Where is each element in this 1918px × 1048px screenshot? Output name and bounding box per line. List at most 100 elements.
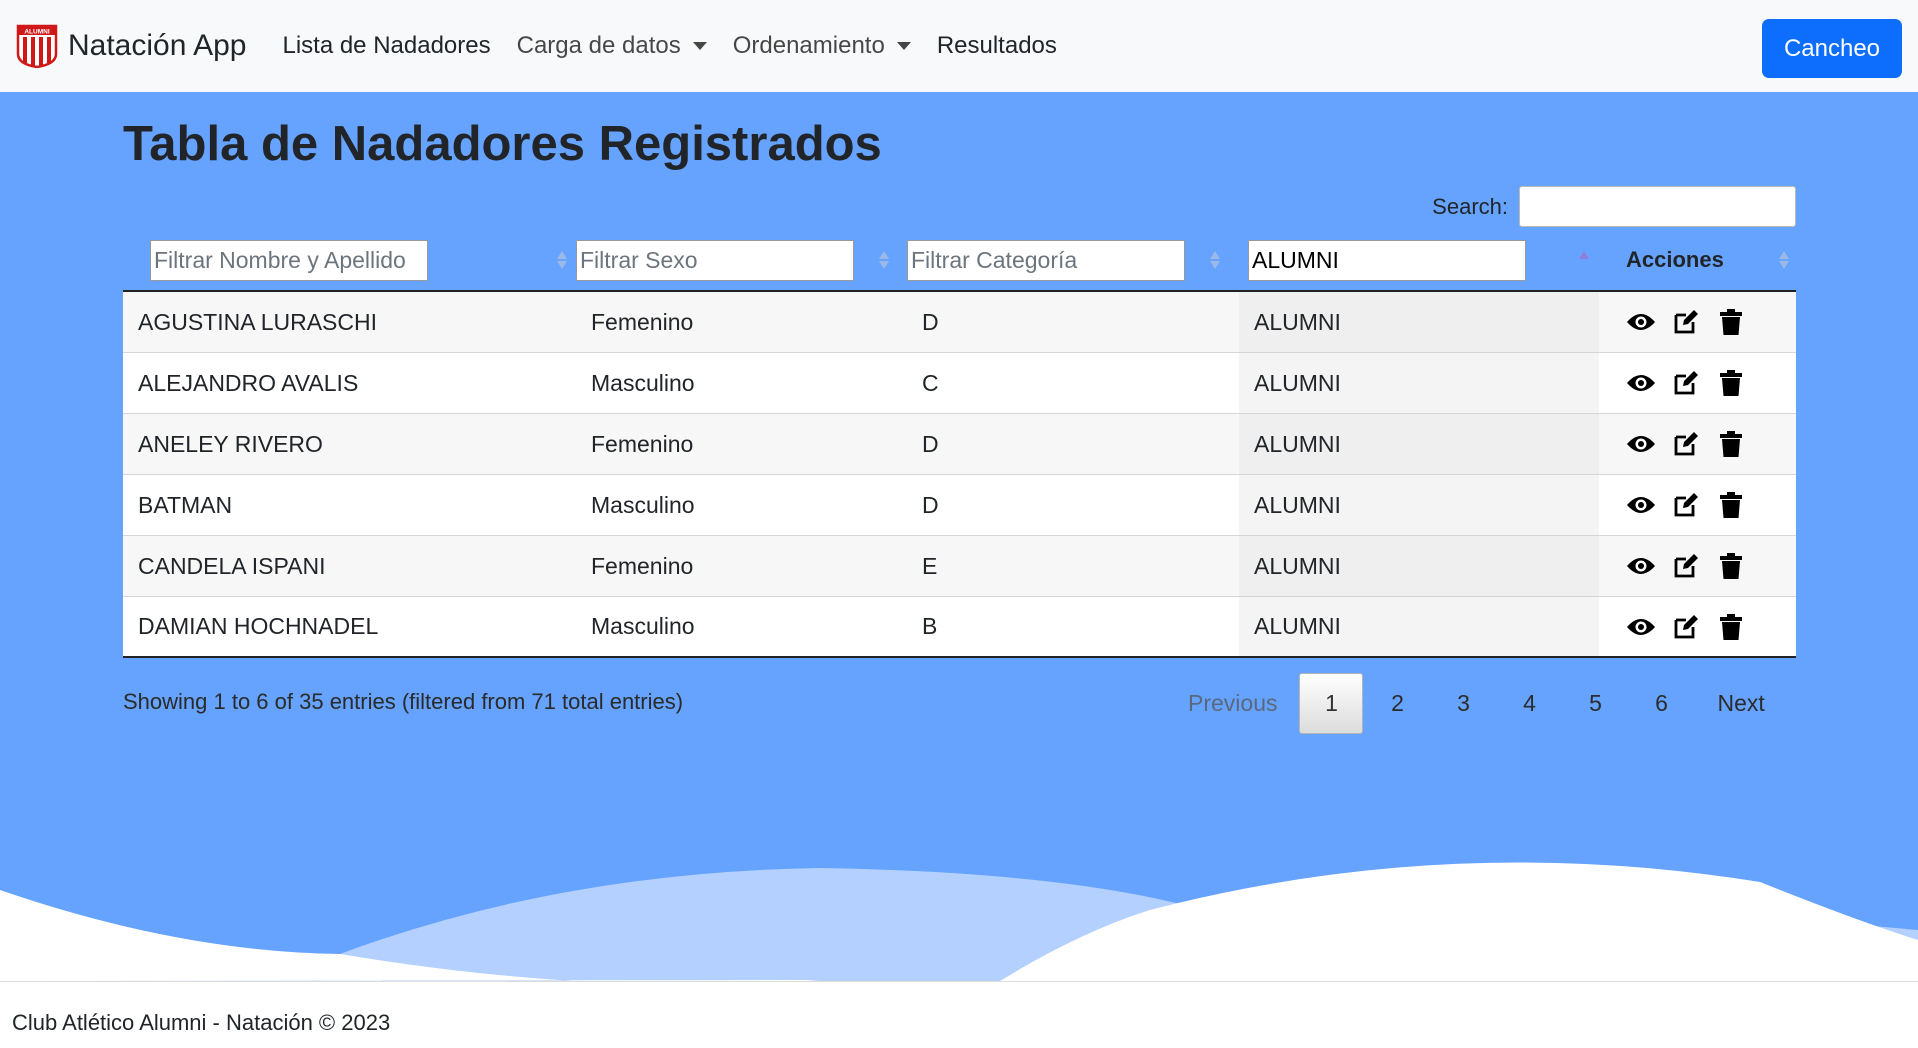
cell-club: ALUMNI: [1239, 475, 1599, 535]
cell-sex: Femenino: [591, 552, 694, 579]
cell-name: ANELEY RIVERO: [138, 430, 323, 457]
filter-name-input[interactable]: [150, 239, 428, 281]
cell-actions: [1599, 536, 1796, 596]
cell-category: D: [922, 491, 939, 518]
cell-actions: [1599, 475, 1796, 535]
delete-trash-icon[interactable]: [1716, 551, 1746, 581]
edit-icon[interactable]: [1671, 307, 1701, 337]
filter-sex-input[interactable]: [576, 239, 854, 281]
delete-trash-icon[interactable]: [1716, 368, 1746, 398]
delete-trash-icon[interactable]: [1716, 490, 1746, 520]
view-eye-icon[interactable]: [1626, 429, 1656, 459]
page-button-3[interactable]: 3: [1431, 673, 1495, 734]
table-row: AGUSTINA LURASCHI Femenino D ALUMNI: [123, 292, 1796, 353]
cell-actions: [1599, 292, 1796, 352]
page-button-4[interactable]: 4: [1497, 673, 1561, 734]
main-content: Tabla de Nadadores Registrados Search: F…: [0, 92, 1918, 981]
table-row: DAMIAN HOCHNADEL Masculino B ALUMNI: [123, 597, 1796, 658]
pagination: Previous 1 2 3 4 5 6 Next: [1166, 673, 1787, 734]
cell-category: D: [922, 308, 939, 335]
cell-club: ALUMNI: [1239, 414, 1599, 474]
cell-sex: Masculino: [591, 491, 695, 518]
cell-sex: Femenino: [591, 430, 694, 457]
sort-icon[interactable]: [1779, 249, 1789, 271]
cell-club: ALUMNI: [1239, 292, 1599, 352]
edit-icon[interactable]: [1671, 612, 1701, 642]
header-sex[interactable]: [576, 230, 907, 290]
next-button[interactable]: Next: [1695, 673, 1786, 734]
table-info: Showing 1 to 6 of 35 entries (filtered f…: [123, 689, 684, 714]
table-row: BATMAN Masculino D ALUMNI: [123, 475, 1796, 536]
view-eye-icon[interactable]: [1626, 307, 1656, 337]
page-button-5[interactable]: 5: [1563, 673, 1627, 734]
sort-icon[interactable]: [1210, 249, 1220, 271]
delete-trash-icon[interactable]: [1716, 612, 1746, 642]
table-row: ANELEY RIVERO Femenino D ALUMNI: [123, 414, 1796, 475]
delete-trash-icon[interactable]: [1716, 429, 1746, 459]
page-button-6[interactable]: 6: [1629, 673, 1693, 734]
header-category[interactable]: [907, 230, 1239, 290]
club-logo-icon: ALUMNI: [16, 24, 58, 68]
filter-club-input[interactable]: [1248, 239, 1526, 281]
nav-ordenamiento-dropdown[interactable]: Ordenamiento: [733, 32, 911, 60]
cell-actions: [1599, 414, 1796, 474]
delete-trash-icon[interactable]: [1716, 307, 1746, 337]
cancheo-button[interactable]: Cancheo: [1762, 19, 1902, 78]
cell-category: C: [922, 369, 939, 396]
caret-down-icon: [692, 42, 707, 50]
table-row: CANDELA ISPANI Femenino E ALUMNI: [123, 536, 1796, 597]
header-name[interactable]: [123, 230, 576, 290]
previous-button[interactable]: Previous: [1166, 673, 1299, 734]
search-input[interactable]: [1519, 186, 1796, 227]
edit-icon[interactable]: [1671, 368, 1701, 398]
sort-icon[interactable]: [557, 249, 567, 271]
cell-name: CANDELA ISPANI: [138, 552, 326, 579]
cell-category: D: [922, 430, 939, 457]
search-box: Search:: [1432, 186, 1796, 227]
brand-name: Natación App: [68, 29, 247, 62]
table-header: Acciones: [123, 230, 1796, 292]
cell-name: ALEJANDRO AVALIS: [138, 369, 359, 396]
header-actions[interactable]: Acciones: [1599, 230, 1796, 290]
nav-resultados[interactable]: Resultados: [937, 32, 1057, 60]
nav-carga-datos-dropdown[interactable]: Carga de datos: [517, 32, 707, 60]
footer-text: Club Atlético Alumni - Natación © 2023: [12, 1010, 391, 1035]
top-navbar: ALUMNI Natación App Lista de Nadadores C…: [0, 0, 1918, 92]
page-button-1[interactable]: 1: [1299, 673, 1364, 734]
edit-icon[interactable]: [1671, 551, 1701, 581]
cell-actions: [1599, 597, 1796, 656]
cell-club: ALUMNI: [1239, 353, 1599, 413]
cell-sex: Masculino: [591, 613, 695, 639]
cell-category: E: [922, 552, 938, 579]
view-eye-icon[interactable]: [1626, 551, 1656, 581]
nav-ordenamiento-label: Ordenamiento: [732, 32, 885, 59]
view-eye-icon[interactable]: [1626, 490, 1656, 520]
nav-lista-nadadores[interactable]: Lista de Nadadores: [282, 32, 490, 60]
brand[interactable]: ALUMNI Natación App: [16, 24, 246, 68]
cell-club: ALUMNI: [1239, 597, 1599, 656]
cell-sex: Femenino: [591, 308, 694, 335]
page-title: Tabla de Nadadores Registrados: [123, 117, 882, 171]
cell-category: B: [922, 613, 938, 639]
cell-name: AGUSTINA LURASCHI: [138, 308, 377, 335]
view-eye-icon[interactable]: [1626, 368, 1656, 398]
header-club[interactable]: [1239, 230, 1599, 290]
filter-category-input[interactable]: [907, 239, 1185, 281]
table-row: ALEJANDRO AVALIS Masculino C ALUMNI: [123, 353, 1796, 414]
page-footer: Club Atlético Alumni - Natación © 2023: [0, 981, 1918, 1048]
cell-name: DAMIAN HOCHNADEL: [138, 613, 379, 639]
cell-sex: Masculino: [591, 369, 695, 396]
edit-icon[interactable]: [1671, 490, 1701, 520]
view-eye-icon[interactable]: [1626, 612, 1656, 642]
sort-icon[interactable]: [879, 249, 889, 271]
table-body: AGUSTINA LURASCHI Femenino D ALUMNI ALEJ…: [123, 292, 1796, 658]
cell-actions: [1599, 353, 1796, 413]
search-label: Search:: [1432, 193, 1508, 219]
sort-asc-icon[interactable]: [1579, 249, 1589, 271]
page-button-2[interactable]: 2: [1365, 673, 1429, 734]
caret-down-icon: [896, 42, 911, 50]
nav-carga-datos-label: Carga de datos: [516, 32, 681, 59]
edit-icon[interactable]: [1671, 429, 1701, 459]
actions-header-label: Acciones: [1626, 247, 1724, 272]
svg-text:ALUMNI: ALUMNI: [24, 29, 49, 36]
